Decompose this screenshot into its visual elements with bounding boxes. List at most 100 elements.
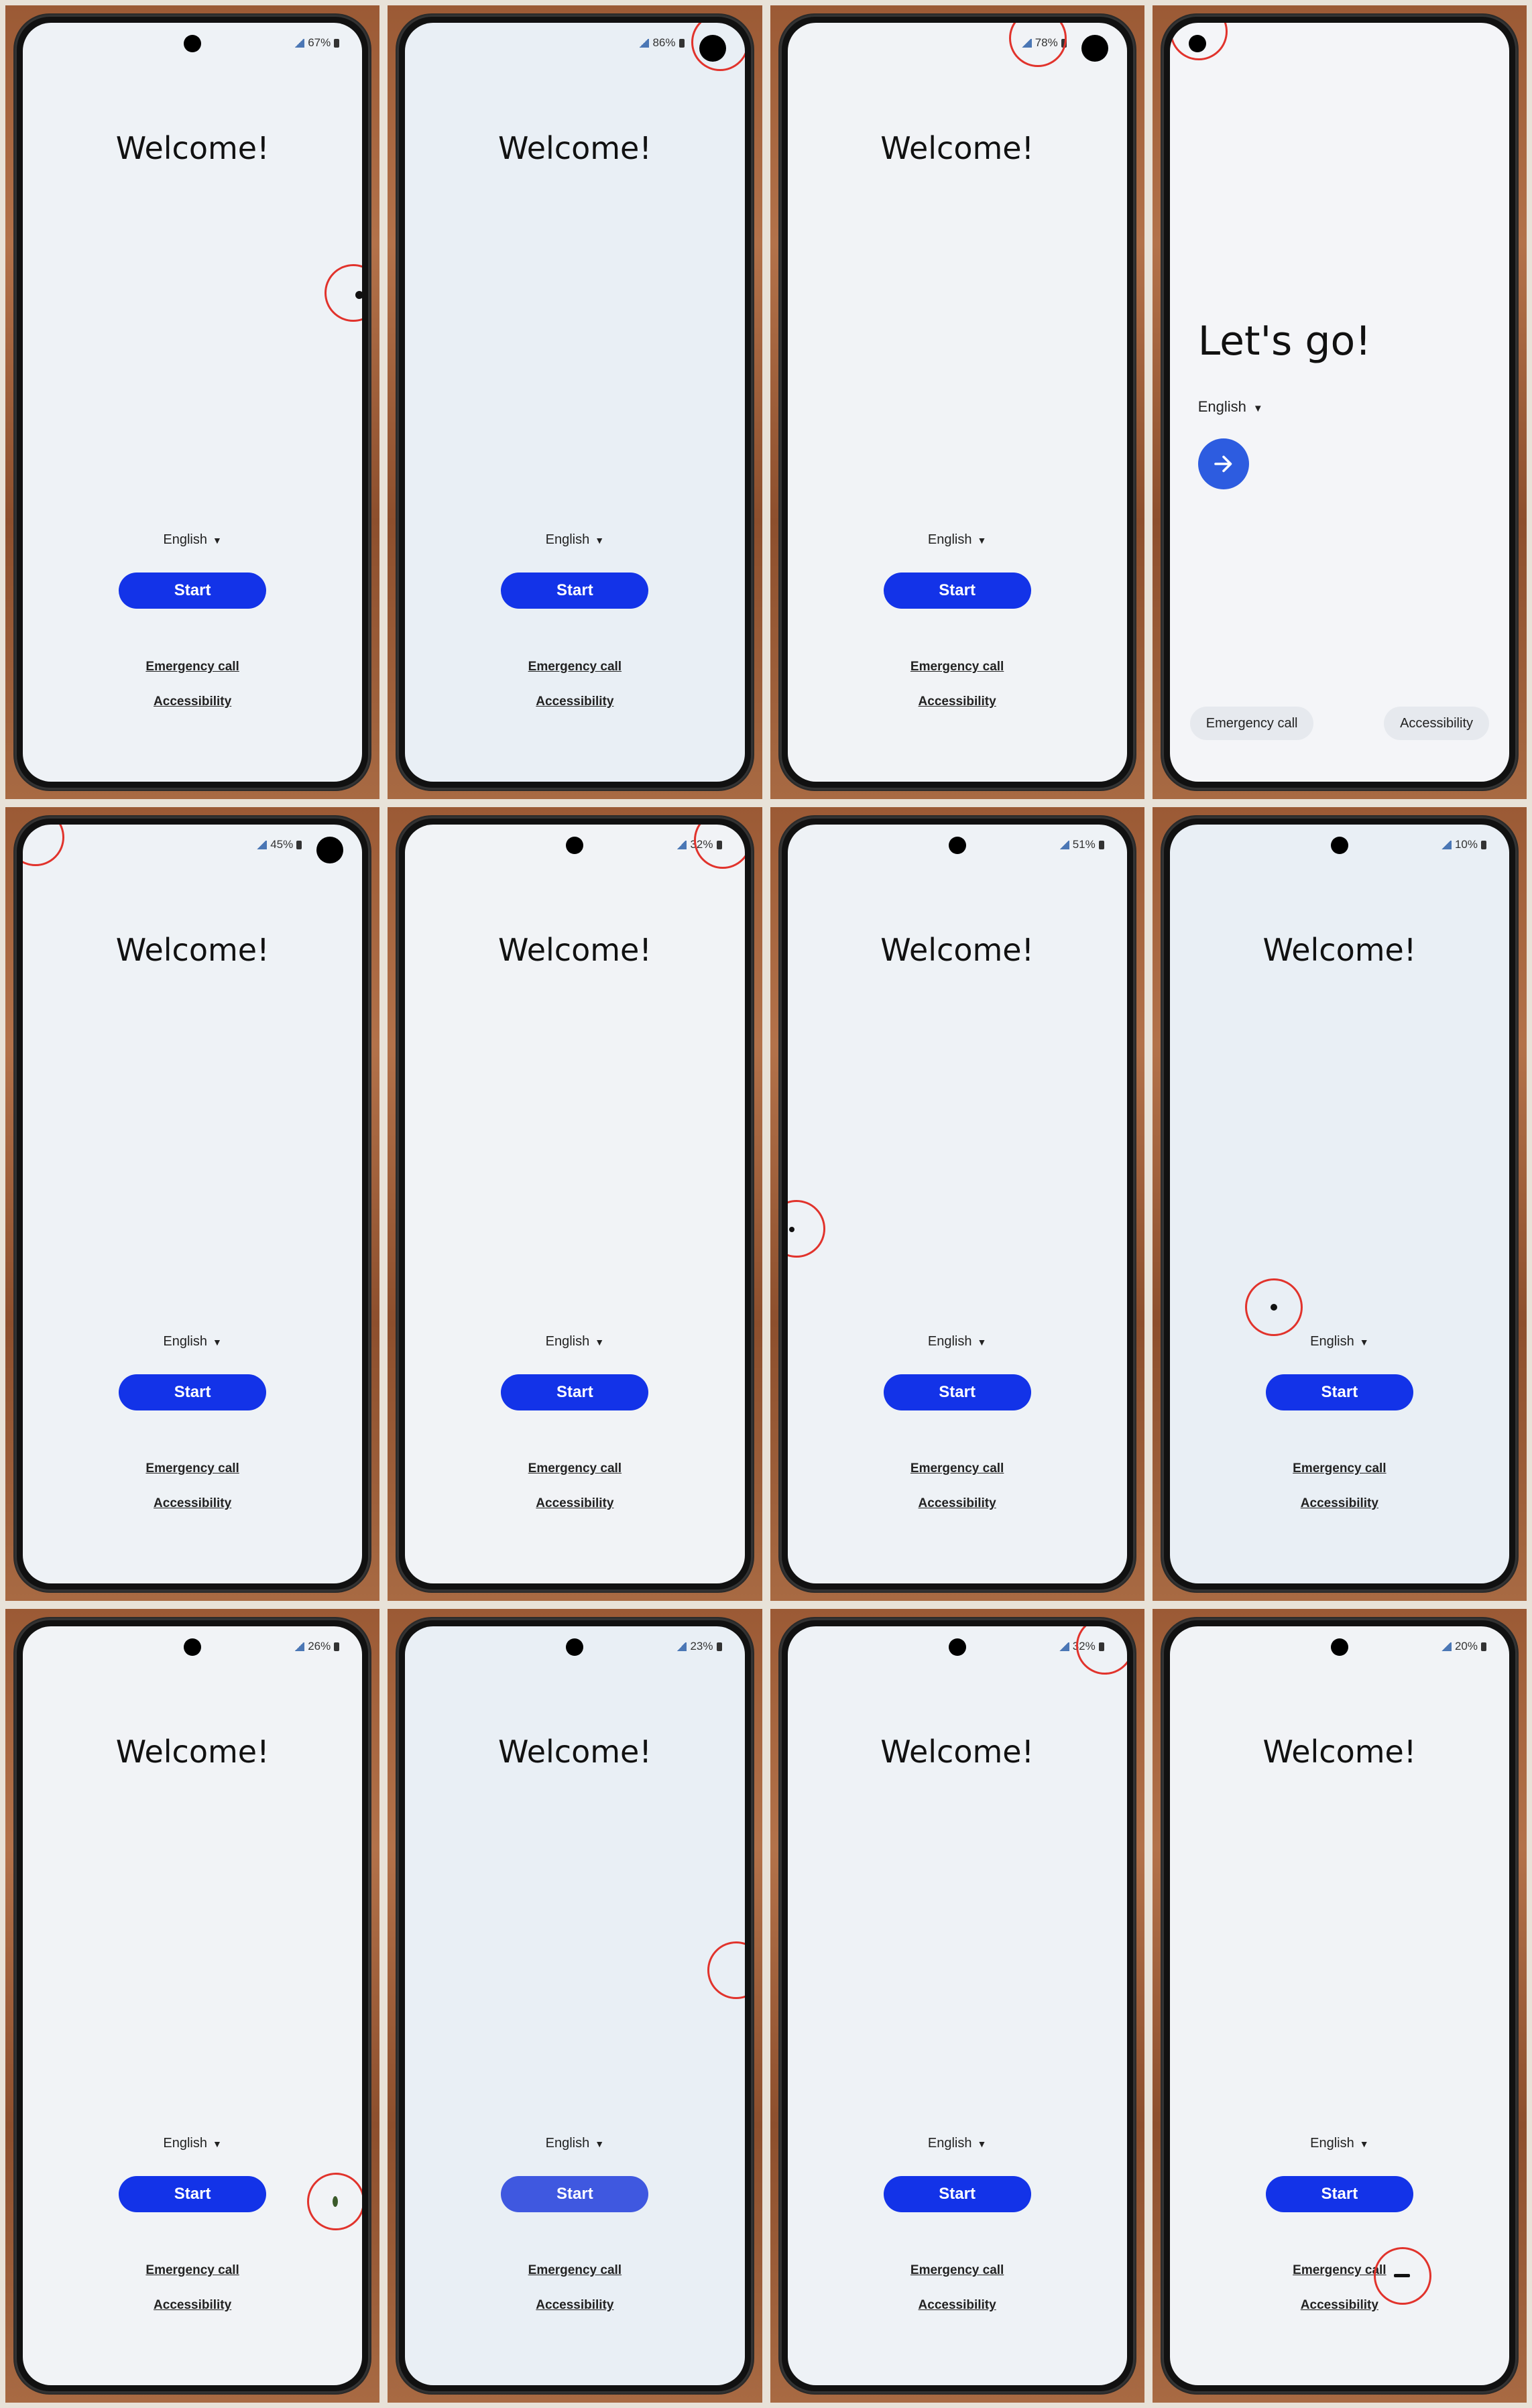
emergency-call-link[interactable]: Emergency call — [405, 660, 744, 674]
battery-percent: 86% — [652, 36, 676, 49]
accessibility-link[interactable]: Accessibility — [405, 695, 744, 709]
setup-screen: 78% Welcome! English ▼ Start Emergency ca… — [787, 23, 1127, 782]
start-button[interactable]: Start — [883, 573, 1031, 609]
language-selector[interactable]: English ▼ — [23, 532, 362, 548]
battery-percent: 10% — [1454, 838, 1478, 851]
status-bar: 20% — [1440, 1640, 1486, 1653]
welcome-title: Welcome! — [880, 130, 1035, 166]
defect-marker — [1244, 1278, 1303, 1336]
welcome-title: Welcome! — [497, 932, 652, 968]
phone-body: 20% Welcome! English ▼ Start Emergency ca… — [1161, 1618, 1517, 2393]
phone-cell-4: Let's go! English ▼ Emergency call Access… — [1152, 5, 1527, 799]
accessibility-link[interactable]: Accessibility — [23, 1496, 362, 1511]
language-selector[interactable]: English ▼ — [788, 532, 1127, 548]
signal-icon — [1058, 1642, 1069, 1651]
start-button[interactable]: Start — [501, 1374, 649, 1410]
signal-icon — [676, 840, 687, 849]
battery-icon — [1098, 840, 1104, 849]
phone-body: 86% Welcome! English ▼ Start Emergency ca… — [397, 15, 753, 790]
battery-percent: 45% — [270, 838, 294, 851]
signal-icon — [676, 1642, 687, 1651]
setup-screen: 67% Welcome! English ▼ Start Emergency ca… — [23, 23, 363, 782]
phone-body: 32% Welcome! English ▼ Start Emergency ca… — [397, 817, 753, 1591]
start-button[interactable]: Start — [119, 1374, 267, 1410]
emergency-call-link[interactable]: Emergency call — [23, 660, 362, 674]
accessibility-link[interactable]: Accessibility — [1170, 1496, 1509, 1511]
phone-body: 10% Welcome! English ▼ Start Emergency ca… — [1161, 817, 1517, 1591]
emergency-call-link[interactable]: Emergency call — [405, 2263, 744, 2278]
start-button[interactable]: Start — [119, 2176, 267, 2212]
emergency-call-link[interactable]: Emergency call — [405, 1461, 744, 1476]
battery-icon — [716, 1642, 722, 1651]
start-button[interactable]: Start — [119, 573, 267, 609]
emergency-call-link[interactable]: Emergency call — [23, 2263, 362, 2278]
defect-marker — [1075, 1626, 1127, 1675]
start-button[interactable]: Start — [501, 573, 649, 609]
accessibility-link[interactable]: Accessibility — [788, 2298, 1127, 2313]
front-camera — [1330, 1638, 1348, 1656]
next-arrow-button[interactable] — [1197, 438, 1249, 489]
defect-marker — [1373, 2247, 1431, 2305]
start-button[interactable]: Start — [1265, 1374, 1413, 1410]
start-button[interactable]: Start — [883, 1374, 1031, 1410]
welcome-title: Welcome! — [880, 1734, 1035, 1770]
defect-marker — [1169, 23, 1228, 60]
language-label: English — [163, 532, 207, 547]
language-selector[interactable]: English ▼ — [1170, 1334, 1509, 1349]
language-selector[interactable]: English ▼ — [405, 2136, 744, 2151]
phone-cell-5: 45% Welcome! English ▼ Start Emergency ca… — [5, 807, 380, 1601]
emergency-call-link[interactable]: Emergency call — [23, 1461, 362, 1476]
emergency-call-button[interactable]: Emergency call — [1189, 707, 1314, 740]
language-selector[interactable]: English ▼ — [788, 2136, 1127, 2151]
status-bar: 10% — [1440, 838, 1486, 851]
phone-cell-6: 32% Welcome! English ▼ Start Emergency ca… — [388, 807, 762, 1601]
caret-down-icon: ▼ — [595, 1337, 605, 1347]
caret-down-icon: ▼ — [1359, 1337, 1369, 1347]
emergency-call-link[interactable]: Emergency call — [788, 660, 1127, 674]
language-selector[interactable]: English ▼ — [23, 2136, 362, 2151]
signal-icon — [294, 38, 305, 48]
signal-icon — [1058, 840, 1069, 849]
defect-marker — [307, 2173, 363, 2230]
phone-photo-grid: 67% Welcome! English ▼ Start Emergency ca… — [0, 0, 1532, 2408]
language-selector[interactable]: English ▼ — [23, 1334, 362, 1349]
emergency-call-link[interactable]: Emergency call — [1170, 2263, 1509, 2278]
status-bar: 23% — [676, 1640, 722, 1653]
emergency-call-link[interactable]: Emergency call — [788, 1461, 1127, 1476]
language-selector[interactable]: English ▼ — [405, 1334, 744, 1349]
setup-screen: 32% Welcome! English ▼ Start Emergency ca… — [787, 1626, 1127, 2385]
language-label: English — [927, 1334, 972, 1349]
language-selector[interactable]: English ▼ — [788, 1334, 1127, 1349]
language-label: English — [927, 532, 972, 547]
language-selector[interactable]: English ▼ — [405, 532, 744, 548]
language-selector[interactable]: English ▼ — [1170, 2136, 1509, 2151]
welcome-title: Welcome! — [1262, 932, 1417, 968]
setup-screen: 10% Welcome! English ▼ Start Emergency ca… — [1169, 825, 1509, 1583]
caret-down-icon: ▼ — [1252, 403, 1263, 414]
start-button[interactable]: Start — [883, 2176, 1031, 2212]
accessibility-button[interactable]: Accessibility — [1384, 707, 1489, 740]
accessibility-link[interactable]: Accessibility — [788, 695, 1127, 709]
front-camera — [184, 35, 202, 52]
accessibility-link[interactable]: Accessibility — [1170, 2298, 1509, 2313]
status-bar: 67% — [294, 36, 340, 50]
battery-percent: 51% — [1072, 838, 1096, 851]
emergency-call-link[interactable]: Emergency call — [1170, 1461, 1509, 1476]
arrow-right-icon — [1214, 455, 1232, 473]
language-selector[interactable]: English ▼ — [1198, 398, 1263, 416]
battery-percent: 23% — [690, 1640, 713, 1652]
signal-icon — [1440, 1642, 1452, 1651]
defect-marker — [23, 825, 64, 866]
start-button[interactable]: Start — [501, 2176, 649, 2212]
defect-marker — [693, 825, 745, 869]
accessibility-link[interactable]: Accessibility — [405, 2298, 744, 2313]
accessibility-link[interactable]: Accessibility — [788, 1496, 1127, 1511]
emergency-call-link[interactable]: Emergency call — [788, 2263, 1127, 2278]
accessibility-link[interactable]: Accessibility — [405, 1496, 744, 1511]
accessibility-link[interactable]: Accessibility — [23, 2298, 362, 2313]
phone-body: 32% Welcome! English ▼ Start Emergency ca… — [779, 1618, 1135, 2393]
status-bar: 51% — [1058, 838, 1104, 851]
setup-screen: 20% Welcome! English ▼ Start Emergency ca… — [1169, 1626, 1509, 2385]
start-button[interactable]: Start — [1265, 2176, 1413, 2212]
accessibility-link[interactable]: Accessibility — [23, 695, 362, 709]
